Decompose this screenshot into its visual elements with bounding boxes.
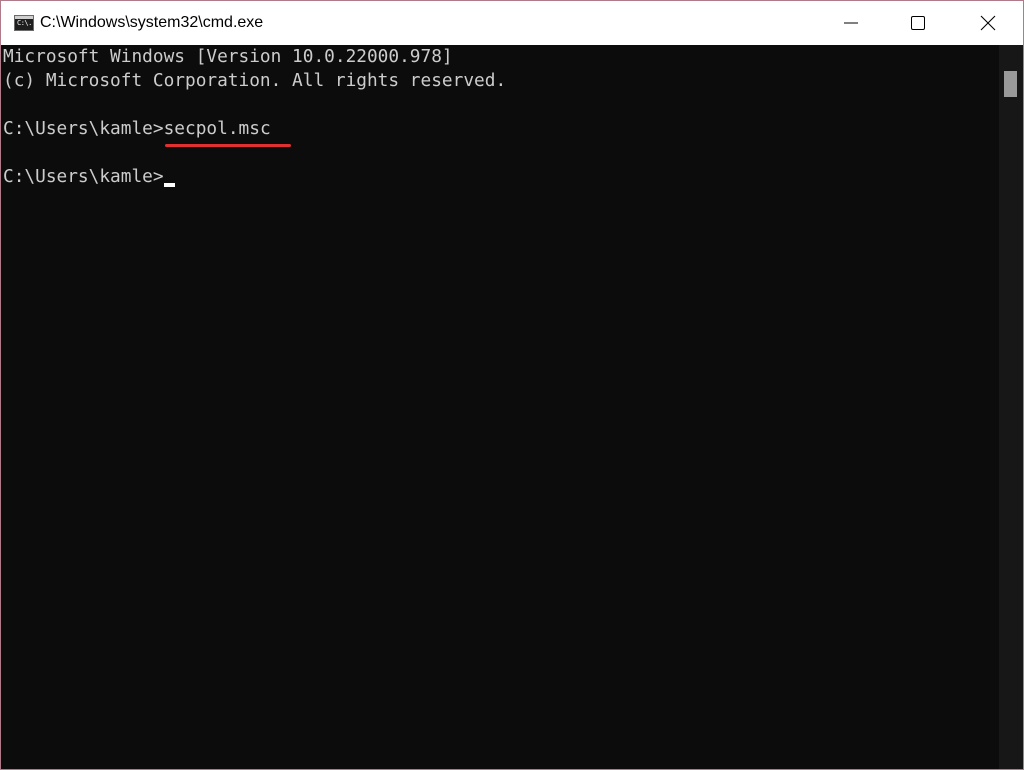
prompt: C:\Users\kamle> [3, 166, 164, 187]
minimize-button[interactable] [816, 1, 886, 45]
command-line: C:\Users\kamle>secpol.msc [3, 117, 271, 141]
console-line: (c) Microsoft Corporation. All rights re… [3, 70, 507, 91]
window-title: C:\Windows\system32\cmd.exe [40, 14, 264, 31]
vertical-scrollbar[interactable] [999, 45, 1023, 769]
command-prompt-icon: C:\. [14, 15, 34, 31]
cmd-window: C:\. C:\Windows\system32\cmd.exe Microso… [0, 0, 1024, 770]
command-highlight-underline [165, 144, 291, 147]
text-cursor [163, 183, 175, 187]
close-icon [980, 15, 996, 31]
close-button[interactable] [953, 1, 1023, 45]
console-output[interactable]: Microsoft Windows [Version 10.0.22000.97… [1, 45, 999, 769]
console-line: Microsoft Windows [Version 10.0.22000.97… [3, 46, 453, 67]
maximize-button[interactable] [883, 1, 953, 45]
input-line[interactable]: C:\Users\kamle> [3, 165, 175, 189]
title-bar[interactable]: C:\. C:\Windows\system32\cmd.exe [1, 1, 1023, 45]
maximize-icon [911, 16, 925, 30]
prompt: C:\Users\kamle> [3, 118, 164, 139]
command-text: secpol.msc [163, 118, 271, 139]
minimize-icon [844, 22, 858, 24]
scrollbar-thumb[interactable] [1004, 71, 1017, 97]
